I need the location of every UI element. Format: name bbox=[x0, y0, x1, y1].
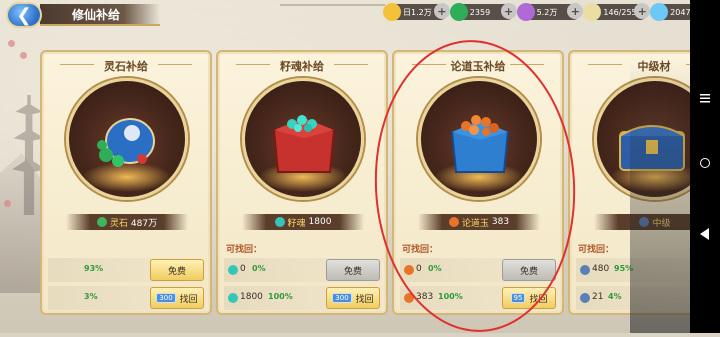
resource-bar: 日1.2万 + 2359 + 5.2万 + 146/255 + 20471 + bbox=[383, 3, 717, 22]
dao-jade-box-icon bbox=[450, 115, 510, 173]
reward-percent: 0% bbox=[428, 264, 442, 273]
reward-row: 93% 免费 bbox=[48, 258, 206, 282]
retrieve-label: 可找回： bbox=[402, 245, 439, 255]
page-title: 修仙补给 bbox=[40, 4, 160, 26]
resource-jade: 2359 + bbox=[449, 3, 517, 21]
menu-icon[interactable] bbox=[700, 88, 710, 103]
diamond-cost-tag: 300 bbox=[156, 293, 176, 303]
reward-percent: 4% bbox=[608, 292, 622, 301]
reward-count: 480 bbox=[592, 264, 610, 274]
back-button[interactable]: ❮ bbox=[6, 2, 42, 28]
dao-jade-icon bbox=[448, 217, 459, 227]
page-title-text: 修仙补给 bbox=[72, 7, 121, 22]
spirit-orb-icon bbox=[516, 3, 535, 21]
button-label: 免费 bbox=[519, 266, 538, 277]
button-label: 免费 bbox=[167, 266, 186, 277]
resource-spirit: 5.2万 + bbox=[516, 3, 584, 21]
reward-count: 0 bbox=[240, 264, 246, 274]
free-button[interactable]: 免费 bbox=[326, 259, 380, 281]
material-icon bbox=[580, 265, 590, 275]
soul-crystal-icon bbox=[228, 265, 238, 275]
resource-value: 5.2万 bbox=[536, 7, 558, 17]
button-label: 找回 bbox=[355, 294, 374, 305]
reward-count: 1800 bbox=[240, 292, 263, 302]
reward-count: 21 bbox=[592, 292, 604, 302]
resource-value: 2359 bbox=[469, 7, 491, 17]
resource-stamina: 146/255 + bbox=[583, 3, 651, 21]
card-title: 籽魂补给 bbox=[218, 58, 386, 74]
character-silhouette bbox=[630, 60, 690, 333]
dao-jade-icon bbox=[404, 265, 414, 275]
add-spirit-button[interactable]: + bbox=[567, 3, 584, 19]
currency-name: 论道玉 bbox=[461, 218, 489, 229]
currency-pill: 籽魂 1800 bbox=[242, 214, 364, 230]
diamond-cost-tag: 95 bbox=[510, 293, 526, 303]
reward-row: 383 100% 95 找回 bbox=[400, 286, 558, 310]
supply-card-list[interactable]: 灵石补给 灵石 487万 93% 免费 3% 300 找回 籽魂补给 籽魂 18… bbox=[0, 40, 720, 330]
home-icon[interactable] bbox=[700, 158, 710, 168]
retrieve-label: 可找回： bbox=[226, 245, 263, 255]
reward-percent: 93% bbox=[84, 264, 104, 273]
card-title: 论道玉补给 bbox=[394, 58, 562, 74]
reward-row: 1800 100% 300 找回 bbox=[224, 286, 382, 310]
reward-percent: 100% bbox=[268, 292, 293, 301]
currency-pill: 论道玉 383 bbox=[418, 214, 540, 230]
resource-gold: 日1.2万 + bbox=[383, 3, 450, 21]
material-icon bbox=[580, 293, 590, 303]
spirit-stone-icon bbox=[96, 217, 107, 227]
diamond-icon bbox=[650, 3, 669, 21]
currency-amount: 487万 bbox=[130, 218, 158, 229]
currency-name: 灵石 bbox=[109, 218, 128, 229]
reward-percent: 3% bbox=[84, 292, 98, 301]
card-title: 灵石补给 bbox=[42, 58, 210, 74]
back-icon[interactable] bbox=[700, 228, 709, 240]
reward-percent: 0% bbox=[252, 264, 266, 273]
spirit-stone-bag-icon bbox=[97, 118, 155, 167]
currency-amount: 383 bbox=[491, 217, 510, 227]
button-label: 找回 bbox=[179, 294, 198, 305]
retrieve-button[interactable]: 300 找回 bbox=[326, 287, 380, 309]
soul-crystal-icon bbox=[274, 217, 285, 227]
scroll-icon bbox=[583, 3, 602, 21]
reward-row: 0 0% 免费 bbox=[224, 258, 382, 282]
currency-name: 籽魂 bbox=[287, 218, 306, 229]
currency-amount: 1800 bbox=[308, 217, 332, 227]
button-label: 免费 bbox=[343, 266, 362, 277]
divider bbox=[280, 4, 385, 6]
free-button[interactable]: 免费 bbox=[502, 259, 556, 281]
soul-crystal-icon bbox=[228, 293, 238, 303]
reward-percent: 100% bbox=[438, 292, 463, 301]
currency-pill: 灵石 487万 bbox=[66, 214, 188, 230]
supply-card-dao-jade: 论道玉补给 论道玉 383 可找回： 0 0% 免费 383 100% 95 找… bbox=[392, 50, 564, 315]
retrieve-button[interactable]: 300 找回 bbox=[150, 287, 204, 309]
top-bar: 修仙补给 ❮ 日1.2万 + 2359 + 5.2万 + 146/255 + 2… bbox=[0, 0, 720, 30]
add-gold-button[interactable]: + bbox=[433, 3, 450, 19]
free-button[interactable]: 免费 bbox=[150, 259, 204, 281]
reward-count: 383 bbox=[416, 292, 434, 302]
supply-card-spirit-stone: 灵石补给 灵石 487万 93% 免费 3% 300 找回 bbox=[40, 50, 212, 315]
retrieve-label: 可找回： bbox=[578, 245, 615, 255]
resource-value: 146/255 bbox=[603, 7, 637, 17]
supply-card-soul: 籽魂补给 籽魂 1800 可找回： 0 0% 免费 1800 100% 300 … bbox=[216, 50, 388, 315]
retrieve-button[interactable]: 95 找回 bbox=[502, 287, 556, 309]
dao-jade-icon bbox=[404, 293, 414, 303]
gold-coin-icon bbox=[383, 3, 401, 21]
system-navigation-bar bbox=[690, 0, 720, 333]
reward-count: 0 bbox=[416, 264, 422, 274]
back-arrow-icon: ❮ bbox=[16, 4, 32, 26]
jade-icon bbox=[449, 3, 468, 21]
reward-row: 3% 300 找回 bbox=[48, 286, 206, 310]
resource-value: 日1.2万 bbox=[403, 7, 432, 17]
diamond-cost-tag: 300 bbox=[332, 293, 352, 303]
reward-row: 0 0% 免费 bbox=[400, 258, 558, 282]
soul-crystal-box-icon bbox=[272, 115, 336, 173]
add-stamina-button[interactable]: + bbox=[634, 3, 651, 19]
button-label: 找回 bbox=[529, 294, 548, 305]
add-jade-button[interactable]: + bbox=[500, 3, 517, 19]
